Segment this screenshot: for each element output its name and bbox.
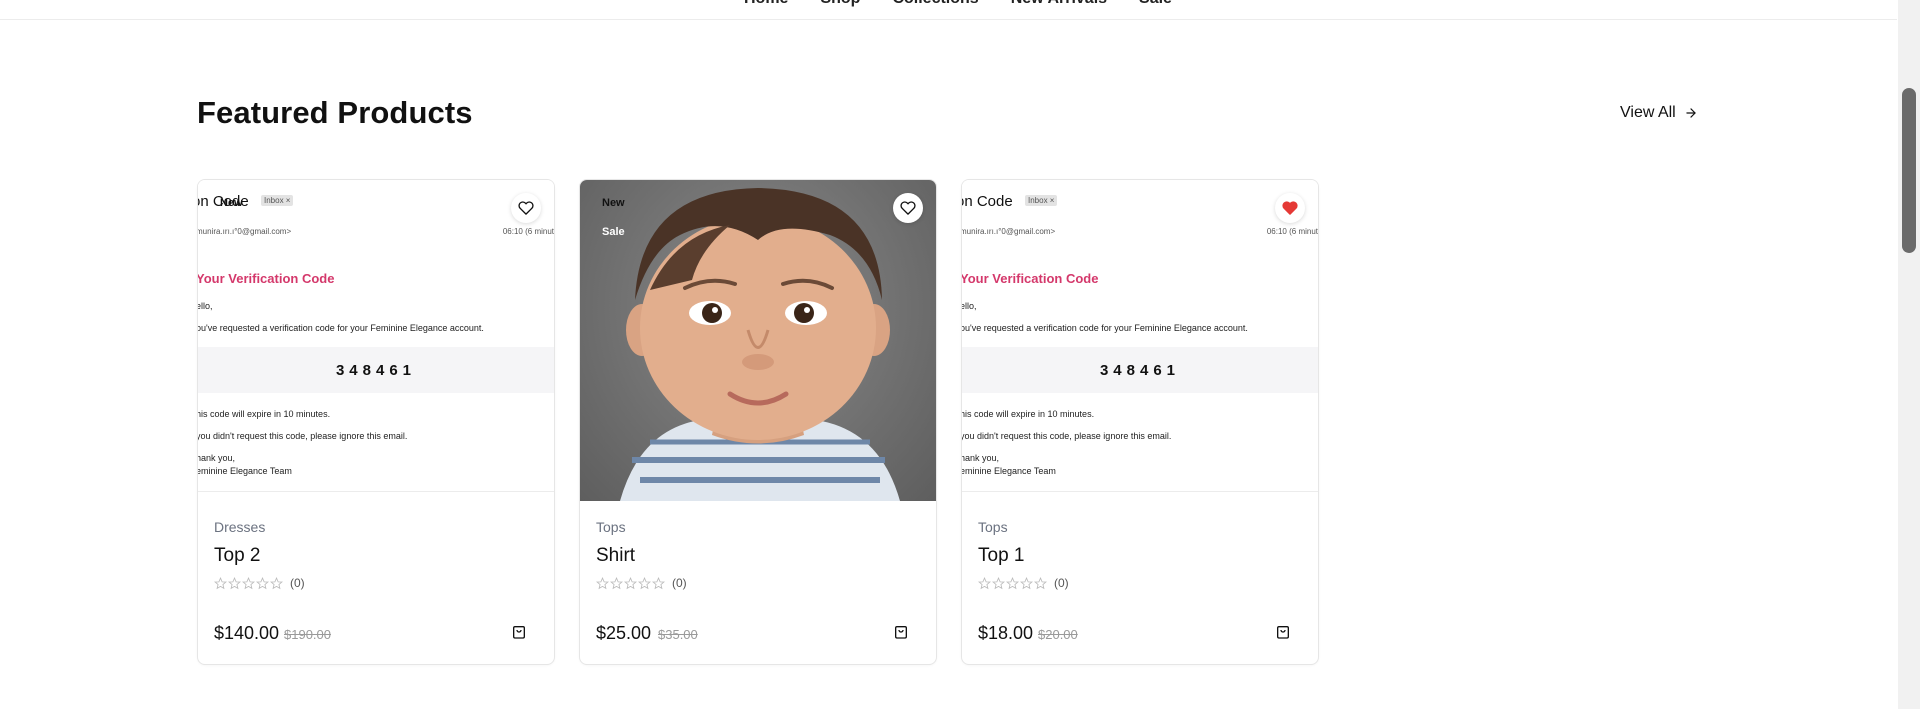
- product-price: $140.00: [214, 623, 280, 643]
- shopping-bag-icon: [1277, 626, 1289, 639]
- email-subject: on Code: [962, 193, 1013, 210]
- star-outline-icon: [242, 576, 255, 589]
- email-body-line: ou've requested a verification code for …: [962, 323, 1248, 333]
- email-team-line: eminine Elegance Team: [962, 466, 1056, 476]
- rating-count: (0): [672, 576, 687, 590]
- email-screenshot-image: on Code Inbox × munira.ırı.ı°0@gmail.com…: [198, 180, 554, 501]
- star-outline-icon: [1006, 576, 1019, 589]
- verification-code: 348461: [198, 347, 554, 393]
- email-expire-line: his code will expire in 10 minutes.: [962, 409, 1095, 419]
- heart-outline-icon: [518, 201, 534, 215]
- email-heading: Your Verification Code: [962, 271, 1099, 286]
- product-image[interactable]: New Sale: [580, 180, 936, 501]
- email-greeting: ello,: [198, 301, 213, 311]
- product-card[interactable]: New Sale Tops Shirt (0) $25.00 $35.00: [579, 179, 937, 665]
- email-inbox-tag: Inbox ×: [261, 195, 294, 206]
- product-info: Tops Shirt (0) $25.00 $35.00: [580, 501, 936, 664]
- email-from: munira.ırı.ı°0@gmail.com>: [962, 227, 1056, 236]
- email-greeting: ello,: [962, 301, 977, 311]
- nav-link-collections[interactable]: Collections: [892, 0, 978, 8]
- nav-link-shop[interactable]: Shop: [820, 0, 860, 8]
- email-time: 06:10 (6 minut: [1266, 227, 1318, 236]
- divider: [962, 491, 1318, 492]
- portrait-illustration: [620, 188, 900, 501]
- product-name[interactable]: Top 1: [978, 545, 1024, 567]
- section-title: Featured Products: [197, 95, 473, 130]
- view-all-link[interactable]: View All: [1620, 104, 1698, 122]
- star-outline-icon: [624, 576, 637, 589]
- rating-count: (0): [290, 576, 305, 590]
- product-category: Tops: [596, 519, 626, 535]
- heart-filled-icon: [1282, 201, 1298, 215]
- email-thanks-line: hank you,: [198, 453, 236, 463]
- product-category: Tops: [978, 519, 1008, 535]
- product-rating: (0): [596, 576, 687, 590]
- rating-count: (0): [1054, 576, 1069, 590]
- wishlist-button-active[interactable]: [1275, 193, 1305, 223]
- product-image[interactable]: on Code Inbox × munira.ırı.ı°0@gmail.com…: [198, 180, 554, 501]
- shopping-bag-icon: [895, 626, 907, 639]
- star-outline-icon: [978, 576, 991, 589]
- product-rating: (0): [214, 576, 305, 590]
- wishlist-button[interactable]: [511, 193, 541, 223]
- scrollbar-thumb[interactable]: [1902, 88, 1916, 253]
- product-old-price: $35.00: [658, 627, 698, 642]
- email-body-line: ou've requested a verification code for …: [198, 323, 484, 333]
- product-info: Tops Top 1 (0) $18.00 $20.00: [962, 501, 1318, 664]
- email-screenshot-image: on Code Inbox × munira.ırı.ı°0@gmail.com…: [962, 180, 1318, 501]
- email-heading: Your Verification Code: [198, 271, 335, 286]
- nav-link-new-arrivals[interactable]: New Arrivals: [1011, 0, 1107, 8]
- verification-code: 348461: [962, 347, 1318, 393]
- email-ignore-line: you didn't request this code, please ign…: [198, 431, 408, 441]
- badge-sale: Sale: [602, 226, 625, 238]
- star-outline-icon: [270, 576, 283, 589]
- email-inbox-tag: Inbox ×: [1025, 195, 1058, 206]
- child-portrait-image: [580, 180, 936, 501]
- product-old-price: $20.00: [1038, 627, 1078, 642]
- star-outline-icon: [638, 576, 651, 589]
- product-image[interactable]: on Code Inbox × munira.ırı.ı°0@gmail.com…: [962, 180, 1318, 501]
- nav-link-home[interactable]: Home: [744, 0, 788, 8]
- star-outline-icon: [596, 576, 609, 589]
- email-ignore-line: you didn't request this code, please ign…: [962, 431, 1172, 441]
- product-info: Dresses Top 2 (0) $140.00 $190.00: [198, 501, 554, 664]
- star-outline-icon: [256, 576, 269, 589]
- email-thanks-line: hank you,: [962, 453, 1000, 463]
- add-to-cart-button[interactable]: [1272, 621, 1294, 643]
- star-outline-icon: [1020, 576, 1033, 589]
- star-outline-icon: [610, 576, 623, 589]
- nav-link-sale[interactable]: Sale: [1139, 0, 1172, 8]
- star-outline-icon: [1034, 576, 1047, 589]
- wishlist-button[interactable]: [893, 193, 923, 223]
- product-price: $25.00: [596, 623, 652, 643]
- email-from: munira.ırı.ı°0@gmail.com>: [198, 227, 292, 236]
- product-card[interactable]: on Code Inbox × munira.ırı.ı°0@gmail.com…: [197, 179, 555, 665]
- badge-new: New: [220, 197, 243, 209]
- email-time: 06:10 (6 minut: [502, 227, 554, 236]
- email-expire-line: his code will expire in 10 minutes.: [198, 409, 331, 419]
- product-old-price: $190.00: [284, 627, 331, 642]
- star-outline-icon: [992, 576, 1005, 589]
- product-name[interactable]: Top 2: [214, 545, 260, 567]
- add-to-cart-button[interactable]: [508, 621, 530, 643]
- nav-links: Home Shop Collections New Arrivals Sale: [744, 0, 1172, 8]
- star-outline-icon: [228, 576, 241, 589]
- star-outline-icon: [652, 576, 665, 589]
- star-outline-icon: [214, 576, 227, 589]
- product-category: Dresses: [214, 519, 266, 535]
- product-price: $18.00: [978, 623, 1034, 643]
- add-to-cart-button[interactable]: [890, 621, 912, 643]
- heart-outline-icon: [900, 201, 916, 215]
- product-name[interactable]: Shirt: [596, 545, 635, 567]
- view-all-label: View All: [1620, 104, 1676, 121]
- divider: [198, 491, 554, 492]
- badge-new: New: [602, 197, 625, 209]
- top-nav: Home Shop Collections New Arrivals Sale: [0, 0, 1897, 20]
- shopping-bag-icon: [513, 626, 525, 639]
- arrow-right-icon: [1686, 108, 1696, 118]
- product-card[interactable]: on Code Inbox × munira.ırı.ı°0@gmail.com…: [961, 179, 1319, 665]
- email-team-line: eminine Elegance Team: [198, 466, 292, 476]
- product-rating: (0): [978, 576, 1069, 590]
